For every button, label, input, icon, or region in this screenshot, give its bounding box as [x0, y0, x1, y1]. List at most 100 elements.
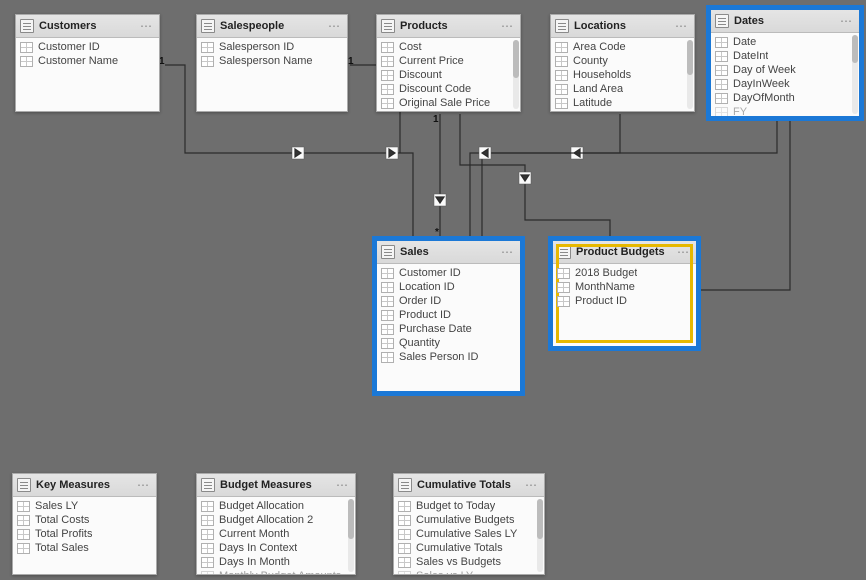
table-header[interactable]: Sales ⋯ [377, 241, 520, 264]
field-row[interactable]: Latitude [551, 96, 694, 110]
table-icon [201, 478, 215, 492]
field-name: Sales Person ID [399, 351, 478, 363]
field-row[interactable]: Original Sale Price [377, 96, 520, 110]
field-icon [557, 282, 570, 293]
scrollbar-thumb[interactable] [687, 40, 693, 75]
field-name: Cumulative Sales LY [416, 528, 517, 540]
table-header[interactable]: Dates ⋯ [711, 10, 859, 33]
table-header[interactable]: Locations ⋯ [551, 15, 694, 38]
field-row[interactable]: Total Costs [13, 513, 156, 527]
scrollbar-thumb[interactable] [852, 35, 858, 63]
table-cumulative-totals[interactable]: Cumulative Totals ⋯ Budget to Today Cumu… [393, 473, 545, 575]
table-icon [715, 14, 729, 28]
table-product-budgets[interactable]: Product Budgets ⋯ 2018 Budget MonthName … [552, 240, 697, 347]
field-row[interactable]: Households [551, 68, 694, 82]
table-header[interactable]: Product Budgets ⋯ [553, 241, 696, 264]
table-products[interactable]: Products ⋯ Cost Current Price Discount D… [376, 14, 521, 112]
field-row[interactable]: Cumulative Totals [394, 541, 544, 555]
table-header[interactable]: Customers ⋯ [16, 15, 159, 38]
field-row[interactable]: Discount [377, 68, 520, 82]
field-row[interactable]: Customer Name [16, 54, 159, 68]
field-row[interactable]: Order ID [377, 294, 520, 308]
model-canvas[interactable]: 1 1 1 * Customers ⋯ Customer ID Customer… [0, 0, 866, 580]
table-dates[interactable]: Dates ⋯ Date DateInt Day of Week DayInWe… [710, 9, 860, 117]
scrollbar-thumb[interactable] [537, 499, 543, 539]
table-icon [381, 19, 395, 33]
table-locations[interactable]: Locations ⋯ Area Code County Households … [550, 14, 695, 112]
more-icon[interactable]: ⋯ [135, 478, 152, 492]
field-row[interactable]: Days In Month [197, 555, 355, 569]
more-icon[interactable]: ⋯ [675, 245, 692, 259]
table-header[interactable]: Products ⋯ [377, 15, 520, 38]
field-row[interactable]: Salesperson ID [197, 40, 347, 54]
field-row[interactable]: Total Sales [13, 541, 156, 555]
more-icon[interactable]: ⋯ [838, 14, 855, 28]
field-row[interactable]: Product ID [553, 294, 696, 308]
scrollbar-thumb[interactable] [348, 499, 354, 539]
scrollbar[interactable] [852, 35, 858, 114]
field-row[interactable]: 2018 Budget [553, 266, 696, 280]
field-row[interactable]: MonthName [553, 280, 696, 294]
table-body: Customer ID Location ID Order ID Product… [377, 264, 520, 391]
field-icon [381, 324, 394, 335]
field-icon [381, 98, 394, 109]
table-title: Budget Measures [220, 479, 334, 491]
field-row[interactable]: DateInt [711, 49, 859, 63]
field-row[interactable]: Customer ID [16, 40, 159, 54]
table-key-measures[interactable]: Key Measures ⋯ Sales LY Total Costs Tota… [12, 473, 157, 575]
scrollbar[interactable] [537, 499, 543, 572]
field-row[interactable]: Product ID [377, 308, 520, 322]
field-row[interactable]: Budget Allocation [197, 499, 355, 513]
field-row[interactable]: Location ID [377, 280, 520, 294]
field-row[interactable]: DayOfMonth [711, 91, 859, 105]
field-row[interactable]: Customer ID [377, 266, 520, 280]
scrollbar[interactable] [687, 40, 693, 109]
field-row[interactable]: Sales vs LY [394, 569, 544, 574]
table-sales[interactable]: Sales ⋯ Customer ID Location ID Order ID… [376, 240, 521, 392]
field-row[interactable]: Days In Context [197, 541, 355, 555]
more-icon[interactable]: ⋯ [499, 19, 516, 33]
field-row[interactable]: FY [711, 105, 859, 116]
field-row[interactable]: Budget to Today [394, 499, 544, 513]
scrollbar[interactable] [513, 40, 519, 109]
table-customers[interactable]: Customers ⋯ Customer ID Customer Name [15, 14, 160, 112]
field-row[interactable]: Quantity [377, 336, 520, 350]
table-header[interactable]: Budget Measures ⋯ [197, 474, 355, 497]
field-row[interactable]: Total Profits [13, 527, 156, 541]
table-header[interactable]: Key Measures ⋯ [13, 474, 156, 497]
table-salespeople[interactable]: Salespeople ⋯ Salesperson ID Salesperson… [196, 14, 348, 112]
field-row[interactable]: Product ID [377, 110, 520, 111]
field-row[interactable]: Sales LY [13, 499, 156, 513]
more-icon[interactable]: ⋯ [334, 478, 351, 492]
more-icon[interactable]: ⋯ [523, 478, 540, 492]
field-row[interactable]: Cost [377, 40, 520, 54]
table-header[interactable]: Cumulative Totals ⋯ [394, 474, 544, 497]
field-row[interactable]: Land Area [551, 82, 694, 96]
field-row[interactable]: Salesperson Name [197, 54, 347, 68]
field-row[interactable]: Area Code [551, 40, 694, 54]
field-row[interactable]: Purchase Date [377, 322, 520, 336]
more-icon[interactable]: ⋯ [326, 19, 343, 33]
field-row[interactable]: County [551, 54, 694, 68]
field-row[interactable]: Cumulative Budgets [394, 513, 544, 527]
field-row[interactable]: Sales vs Budgets [394, 555, 544, 569]
more-icon[interactable]: ⋯ [673, 19, 690, 33]
field-row[interactable]: Current Price [377, 54, 520, 68]
table-header[interactable]: Salespeople ⋯ [197, 15, 347, 38]
table-budget-measures[interactable]: Budget Measures ⋯ Budget Allocation Budg… [196, 473, 356, 575]
field-row[interactable]: Current Month [197, 527, 355, 541]
field-row[interactable]: Cumulative Sales LY [394, 527, 544, 541]
field-row[interactable]: Sales Person ID [377, 350, 520, 364]
more-icon[interactable]: ⋯ [499, 245, 516, 259]
field-row[interactable]: Day of Week [711, 63, 859, 77]
field-row[interactable]: Discount Code [377, 82, 520, 96]
field-name: County [573, 55, 608, 67]
scrollbar-thumb[interactable] [513, 40, 519, 78]
more-icon[interactable]: ⋯ [138, 19, 155, 33]
field-row[interactable]: Location ID [551, 110, 694, 111]
field-row[interactable]: DayInWeek [711, 77, 859, 91]
scrollbar[interactable] [348, 499, 354, 572]
field-row[interactable]: Monthly Budget Amounts [197, 569, 355, 574]
field-row[interactable]: Budget Allocation 2 [197, 513, 355, 527]
field-row[interactable]: Date [711, 35, 859, 49]
